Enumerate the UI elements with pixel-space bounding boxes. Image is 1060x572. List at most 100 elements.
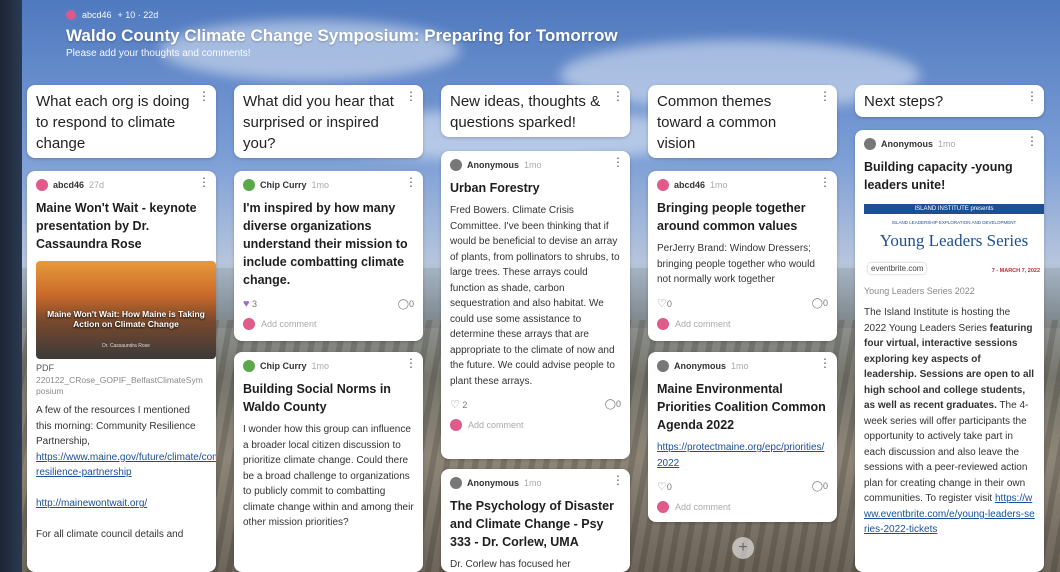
like-button[interactable]: ♡0 [657,297,672,310]
add-comment[interactable]: Add comment [243,318,414,330]
comment-button[interactable]: ◯0 [812,298,828,309]
more-options-icon[interactable]: ⋮ [612,156,624,168]
post-card[interactable]: ⋮ abcd46 1mo Bringing people together ar… [648,171,837,341]
more-options-icon[interactable]: ⋮ [819,90,831,102]
post-card[interactable]: ⋮ Chip Curry 1mo Building Social Norms i… [234,352,423,572]
thumbnail-subtitle: Dr. Cassaundra Rose [102,343,150,349]
column-header-next-steps[interactable]: Next steps? ⋮ [855,85,1044,117]
banner-tagline: ISLAND LEADERSHIP EXPLORATION AND DEVELO… [891,220,1017,225]
like-button[interactable]: ♡0 [657,480,672,493]
more-options-icon[interactable]: ⋮ [1026,135,1038,147]
more-options-icon[interactable]: ⋮ [612,90,624,102]
add-post-button[interactable]: + [732,537,754,559]
like-count: 2 [462,400,468,410]
add-comment[interactable]: Add comment [450,419,621,431]
like-count: 0 [666,482,672,492]
post-body: The Island Institute is hosting the 2022… [864,305,1035,538]
add-comment-label: Add comment [261,319,317,329]
avatar [36,179,48,191]
more-options-icon[interactable]: ⋮ [1026,90,1038,102]
heart-icon: ♡ [657,481,667,493]
add-comment-label: Add comment [468,420,524,430]
more-options-icon[interactable]: ⋮ [819,176,831,188]
post-title: I'm inspired by how many diverse organiz… [243,201,408,287]
avatar [450,419,462,431]
column-header-org[interactable]: What each org is doing to respond to cli… [27,85,216,158]
reactions-row: ♡ 2 ◯0 [450,398,621,411]
post-body: I wonder how this group can influence a … [243,424,414,528]
board-header: abcd46 + 10 · 22d Waldo County Climate C… [66,10,618,59]
pdf-label: PDF [36,363,54,373]
author-name: Anonymous [467,478,520,488]
add-comment-label: Add comment [675,318,731,329]
comment-button[interactable]: ◯0 [605,399,621,410]
column-title: New ideas, thoughts & questions sparked! [450,93,601,131]
avatar [450,477,462,489]
more-options-icon[interactable]: ⋮ [612,474,624,486]
resource-link[interactable]: http://mainewontwait.org/ [36,498,147,509]
more-options-icon[interactable]: ⋮ [198,90,210,102]
heart-icon: ♥ [243,298,250,310]
post-text: For all climate council details and [36,529,184,540]
author-name: abcd46 [53,180,85,190]
author-name: Anonymous [467,160,520,170]
add-comment[interactable]: Add comment [657,501,828,513]
more-options-icon[interactable]: ⋮ [198,176,210,188]
author-name: Chip Curry [260,180,307,190]
post-body: Dr. Corlew has focused her [450,559,571,570]
banner-series: Young Leaders Series [879,231,1029,250]
post-title: Maine Environmental Priorities Coalition… [657,382,826,432]
post-card[interactable]: ⋮ abcd46 27d Maine Won't Wait - keynote … [27,171,216,572]
post-title: Building capacity -young leaders unite! [864,160,1013,192]
column-title: Common themes toward a common vision [657,93,777,152]
column-header-ideas[interactable]: New ideas, thoughts & questions sparked!… [441,85,630,137]
post-card[interactable]: ⋮ Anonymous 1mo Building capacity -young… [855,130,1044,572]
reactions-row: ♥ 3 ◯0 [243,298,414,310]
post-text: The 4-week series will offer participant… [864,400,1029,504]
author-name: Chip Curry [260,361,307,371]
post-card[interactable]: ⋮ Anonymous 1mo The Psychology of Disast… [441,469,630,572]
author-name: abcd46 [674,180,706,190]
comment-count: 0 [408,298,414,309]
like-button[interactable]: ♡ 2 [450,398,467,411]
post-card[interactable]: ⋮ Chip Curry 1mo I'm inspired by how man… [234,171,423,341]
add-comment[interactable]: Add comment [657,317,828,330]
author-name: Anonymous [881,139,934,149]
resource-link[interactable]: https://www.maine.gov/future/climate/com… [36,452,216,479]
more-options-icon[interactable]: ⋮ [405,176,417,188]
column-title: What did you hear that surprised or insp… [243,93,394,152]
post-author: Anonymous 1mo [450,477,621,489]
resource-link[interactable]: https://protectmaine.org/epc/priorities/… [657,442,824,469]
comment-button[interactable]: ◯0 [398,299,414,310]
post-time: 1mo [524,478,542,488]
link-preview-image[interactable]: ISLAND INSTITUTE presents ISLAND LEADERS… [864,204,1044,278]
post-text: A few of the resources I mentioned this … [36,405,196,447]
thumbnail-title: Maine Won't Wait: How Maine is Taking Ac… [47,309,205,329]
comment-icon: ◯ [811,481,823,492]
avatar [657,501,669,513]
column-header-themes[interactable]: Common themes toward a common vision ⋮ [648,85,837,158]
post-author: Anonymous 1mo [864,138,1035,150]
column-header-surprised[interactable]: What did you hear that surprised or insp… [234,85,423,158]
comment-button[interactable]: ◯0 [812,481,828,492]
attachment-thumbnail[interactable]: Maine Won't Wait: How Maine is Taking Ac… [36,261,216,359]
page-subtitle: Please add your thoughts and comments! [66,48,251,59]
post-time: 1mo [524,160,542,170]
more-options-icon[interactable]: ⋮ [405,357,417,369]
add-comment-label: Add comment [675,502,731,512]
comment-icon: ◯ [604,399,616,410]
post-card[interactable]: ⋮ Anonymous 1mo Urban Forestry Fred Bowe… [441,151,630,459]
board-author: abcd46 [82,10,112,20]
reactions-row: ♡0 ◯0 [657,297,828,310]
post-author: Anonymous 1mo [657,360,828,372]
reactions-row: ♡0 ◯0 [657,480,828,493]
post-body: Fred Bowers. Climate Crisis Committee. I… [450,205,620,387]
post-author: abcd46 27d [36,179,207,191]
like-button[interactable]: ♥ 3 [243,298,257,310]
post-card[interactable]: ⋮ Anonymous 1mo Maine Environmental Prio… [648,352,837,522]
post-title: Bringing people together around common v… [657,201,806,233]
more-options-icon[interactable]: ⋮ [819,357,831,369]
banner-dates: 7 - MARCH 7, 2022 [991,268,1040,274]
post-title: Building Social Norms in Waldo County [243,382,391,414]
more-options-icon[interactable]: ⋮ [405,90,417,102]
